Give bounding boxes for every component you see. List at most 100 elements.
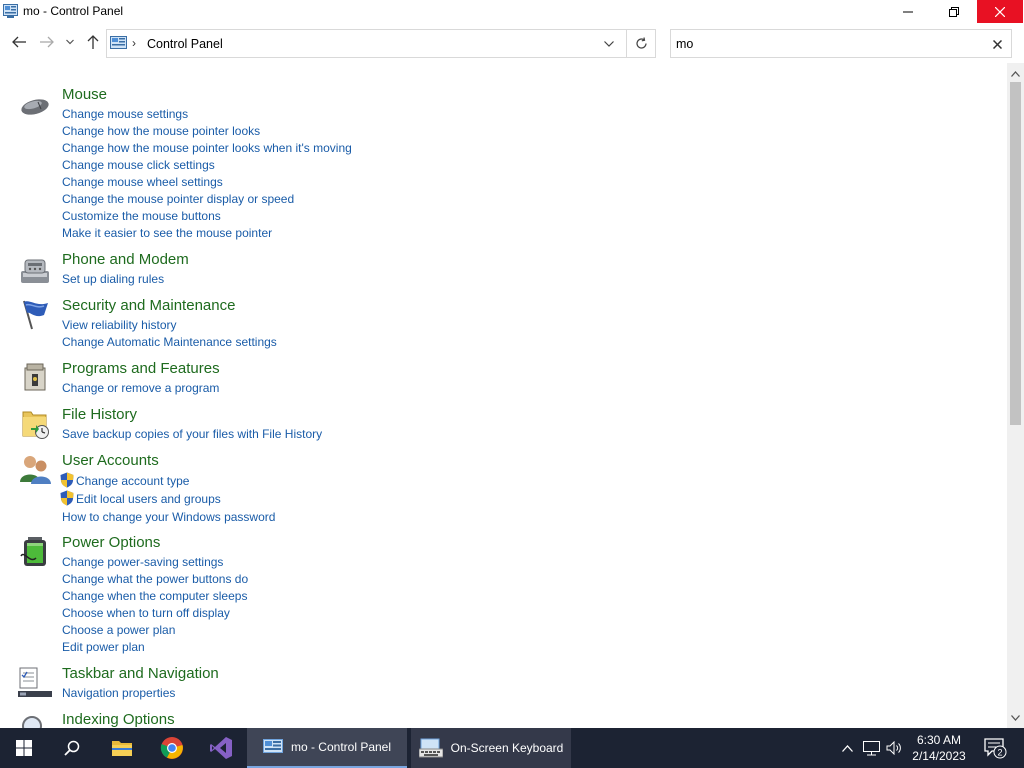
- search-results: Mouse Change mouse settings Change how t…: [0, 63, 1006, 728]
- result-link[interactable]: View reliability history: [62, 317, 277, 334]
- visual-studio-taskbar-button[interactable]: [197, 728, 245, 768]
- group-title[interactable]: Taskbar and Navigation: [62, 665, 219, 682]
- control-panel-icon: [110, 36, 127, 49]
- programs-icon: [24, 363, 46, 391]
- group-title[interactable]: Security and Maintenance: [62, 297, 235, 314]
- notification-count: 2: [997, 748, 1002, 758]
- group-title[interactable]: File History: [62, 406, 137, 423]
- uac-shield-icon: [60, 490, 74, 506]
- refresh-button[interactable]: [626, 30, 656, 57]
- chrome-taskbar-button[interactable]: [148, 728, 196, 768]
- address-bar[interactable]: › Control Panel: [106, 29, 656, 58]
- result-link[interactable]: How to change your Windows password: [62, 508, 275, 526]
- result-link[interactable]: Edit local users and groups: [60, 490, 275, 508]
- back-button[interactable]: [10, 33, 28, 51]
- refresh-icon: [636, 37, 647, 49]
- chevron-down-icon: [66, 39, 74, 45]
- window-title: mo - Control Panel: [23, 4, 124, 18]
- group-title[interactable]: Phone and Modem: [62, 251, 189, 268]
- mouse-icon: [21, 99, 49, 115]
- group-title[interactable]: User Accounts: [62, 452, 159, 469]
- breadcrumb-control-panel[interactable]: Control Panel: [147, 37, 223, 51]
- up-arrow-icon: [87, 35, 99, 49]
- result-link[interactable]: Change how the mouse pointer looks when …: [62, 140, 352, 157]
- taskbar-clock[interactable]: 6:30 AM 2/14/2023: [908, 732, 970, 764]
- speaker-icon: [886, 741, 901, 755]
- group-title[interactable]: Power Options: [62, 534, 160, 551]
- scroll-up-button[interactable]: [1007, 67, 1024, 81]
- clear-icon: [992, 39, 1002, 49]
- result-link[interactable]: Customize the mouse buttons: [62, 208, 352, 225]
- back-arrow-icon: [12, 36, 26, 48]
- taskbar-app-on-screen-keyboard[interactable]: On-Screen Keyboard: [411, 728, 571, 768]
- result-link[interactable]: Change mouse click settings: [62, 157, 352, 174]
- result-link[interactable]: Change mouse settings: [62, 106, 352, 123]
- battery-icon: [20, 537, 46, 566]
- group-title[interactable]: Indexing Options: [62, 711, 175, 728]
- show-hidden-icons-button[interactable]: [838, 728, 856, 768]
- result-link[interactable]: Change account type: [60, 472, 275, 490]
- start-button[interactable]: [0, 728, 48, 768]
- group-title[interactable]: Programs and Features: [62, 360, 220, 377]
- result-link[interactable]: Change what the power buttons do: [62, 571, 248, 588]
- taskbar-app-control-panel[interactable]: mo - Control Panel: [247, 728, 407, 768]
- taskbar-app-label: On-Screen Keyboard: [450, 741, 564, 755]
- result-link[interactable]: Change mouse wheel settings: [62, 174, 352, 191]
- result-link[interactable]: Save backup copies of your files with Fi…: [62, 426, 322, 443]
- result-link[interactable]: Change the mouse pointer display or spee…: [62, 191, 352, 208]
- scrollbar-thumb[interactable]: [1010, 82, 1021, 425]
- recent-locations-button[interactable]: [63, 33, 77, 51]
- keyboard-icon: [418, 738, 443, 758]
- volume-tray-button[interactable]: [884, 728, 904, 768]
- chrome-icon: [160, 737, 183, 759]
- group-title[interactable]: Mouse: [62, 86, 107, 103]
- result-link[interactable]: Make it easier to see the mouse pointer: [62, 225, 352, 242]
- chevron-up-icon: [1011, 71, 1020, 77]
- uac-shield-icon: [60, 472, 74, 488]
- visual-studio-icon: [210, 737, 232, 759]
- forward-button[interactable]: [38, 33, 56, 51]
- taskbar-app-label: mo - Control Panel: [290, 740, 392, 754]
- result-link[interactable]: Choose when to turn off display: [62, 605, 248, 622]
- vertical-scrollbar[interactable]: [1007, 63, 1024, 728]
- taskbar: mo - Control Panel On-Screen Keyboard 6:…: [0, 728, 1024, 768]
- control-panel-icon: [3, 4, 18, 18]
- action-center-button[interactable]: 2: [980, 728, 1010, 768]
- result-link[interactable]: Choose a power plan: [62, 622, 248, 639]
- up-button[interactable]: [84, 33, 102, 51]
- magnifier-icon: [22, 716, 42, 728]
- search-input[interactable]: [676, 35, 976, 53]
- clock-date: 2/14/2023: [912, 749, 966, 763]
- result-link[interactable]: Navigation properties: [62, 685, 175, 702]
- search-icon: [64, 740, 80, 756]
- minimize-button[interactable]: [885, 0, 931, 23]
- result-link[interactable]: Change how the mouse pointer looks: [62, 123, 352, 140]
- control-panel-icon: [262, 739, 283, 753]
- users-icon: [20, 456, 51, 484]
- result-link[interactable]: Change when the computer sleeps: [62, 588, 248, 605]
- phone-modem-icon: [21, 259, 49, 283]
- taskbar-icon: [18, 667, 52, 697]
- file-history-icon: [22, 411, 49, 439]
- address-history-button[interactable]: [599, 36, 619, 52]
- title-bar: mo - Control Panel: [0, 0, 1024, 23]
- result-link[interactable]: Change Automatic Maintenance settings: [62, 334, 277, 351]
- result-link[interactable]: Change power-saving settings: [62, 554, 248, 571]
- result-link[interactable]: Edit power plan: [62, 639, 248, 656]
- forward-arrow-icon: [40, 36, 54, 48]
- network-icon: [862, 740, 880, 755]
- windows-logo-icon: [16, 740, 32, 756]
- scroll-down-button[interactable]: [1007, 711, 1024, 725]
- search-taskbar-button[interactable]: [48, 728, 96, 768]
- close-icon: [995, 6, 1005, 17]
- result-link[interactable]: Change or remove a program: [62, 380, 219, 397]
- breadcrumb-separator[interactable]: ›: [132, 36, 136, 50]
- search-box[interactable]: [670, 29, 1012, 58]
- file-explorer-taskbar-button[interactable]: [98, 728, 146, 768]
- clear-search-button[interactable]: [989, 36, 1005, 52]
- result-link[interactable]: Set up dialing rules: [62, 271, 164, 288]
- network-tray-button[interactable]: [860, 728, 882, 768]
- restore-button[interactable]: [931, 0, 977, 23]
- result-link-label: Edit local users and groups: [76, 492, 221, 506]
- close-button[interactable]: [977, 0, 1023, 23]
